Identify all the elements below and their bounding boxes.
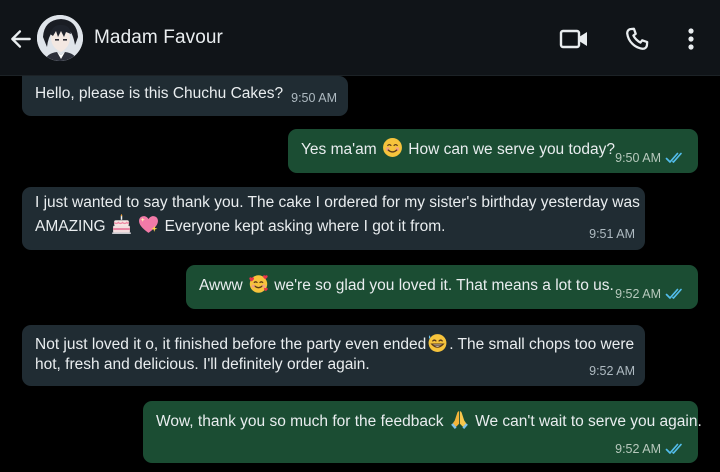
smiling-face-emoji <box>382 138 402 157</box>
message-meta: 9:51 AM <box>589 223 635 245</box>
video-camera-icon <box>559 29 587 49</box>
time-label: 9:52 AM <box>615 287 661 301</box>
text-part: AMAZING <box>35 218 106 235</box>
chat-screen: Madam Favour Hello, please is this Chuch… <box>0 0 720 472</box>
message-bubble-incoming[interactable]: I just wanted to say thank you. The cake… <box>22 187 645 250</box>
message-bubble-outgoing[interactable]: Wow, thank you so much for the feedback … <box>143 401 702 463</box>
text-part: Everyone kept asking where I got it from… <box>164 218 446 235</box>
chat-header: Madam Favour <box>0 0 720 76</box>
message-text: Awww we're so glad you loved it. That me… <box>199 273 686 297</box>
phone-icon <box>626 27 649 50</box>
smiling-face-with-hearts-emoji <box>249 275 268 293</box>
text-part: we're so glad you loved it. That means a… <box>274 277 614 294</box>
double-check-icon <box>665 152 682 163</box>
folded-hands-emoji <box>450 411 468 429</box>
message-bubble-incoming[interactable]: Hello, please is this Chuchu Cakes? 9:50… <box>22 76 348 116</box>
message-text-line: Not just loved it o, it finished before … <box>35 332 635 356</box>
message-text-line: I just wanted to say thank you. The cake… <box>35 194 640 211</box>
time-label: 9:52 AM <box>589 364 635 378</box>
message-bubble-outgoing[interactable]: Yes ma'am How can we serve you today? 9:… <box>288 129 698 173</box>
voice-call-button[interactable] <box>622 24 652 54</box>
time-label: 9:51 AM <box>589 227 635 241</box>
message-text: Wow, thank you so much for the feedback … <box>156 409 702 433</box>
more-options-button[interactable] <box>680 24 702 54</box>
time-label: 9:50 AM <box>615 151 661 165</box>
message-meta: 9:52 AM <box>615 283 687 305</box>
double-check-icon <box>665 288 682 299</box>
text-part: . The small chops too were <box>449 336 635 353</box>
message-text-line: AMAZING Everyone kept asking where I got… <box>35 214 633 238</box>
time-label: 9:50 AM <box>291 91 337 105</box>
back-button[interactable] <box>6 24 36 54</box>
time-label: 9:52 AM <box>615 442 661 456</box>
contact-name[interactable]: Madam Favour <box>94 27 223 49</box>
double-check-icon <box>665 443 682 454</box>
grinning-sweat-emoji <box>428 334 447 352</box>
message-bubble-outgoing[interactable]: Awww we're so glad you loved it. That me… <box>186 265 698 309</box>
message-meta: 9:52 AM <box>589 360 635 382</box>
contact-avatar-image <box>37 15 83 61</box>
text-part: Awww <box>199 277 243 294</box>
text-part: Yes ma'am <box>301 141 377 158</box>
message-meta: 9:52 AM <box>615 438 687 460</box>
message-bubble-incoming[interactable]: Not just loved it o, it finished before … <box>22 325 645 386</box>
more-vertical-icon <box>688 28 694 50</box>
message-text-line: hot, fresh and delicious. I'll definitel… <box>35 356 370 373</box>
arrow-left-icon <box>11 30 31 48</box>
text-part: How can we serve you today? <box>408 141 616 158</box>
text-part: We can't wait to serve you again. <box>475 413 702 430</box>
birthday-cake-emoji <box>111 214 131 234</box>
video-call-button[interactable] <box>558 24 590 54</box>
sparkling-heart-emoji <box>139 216 159 233</box>
message-meta: 9:50 AM <box>615 147 687 169</box>
message-time: 9:50 AM <box>291 87 337 109</box>
avatar[interactable] <box>37 15 83 61</box>
text-part: Wow, thank you so much for the feedback <box>156 413 444 430</box>
text-part: Not just loved it o, it finished before … <box>35 336 427 353</box>
